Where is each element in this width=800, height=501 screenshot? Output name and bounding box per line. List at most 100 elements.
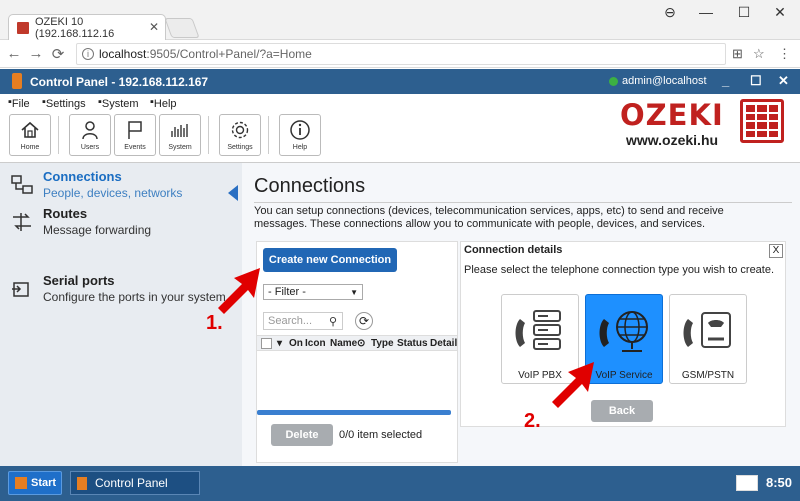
column-detail[interactable]: Detail: [430, 338, 457, 349]
app-maximize-icon[interactable]: ☐: [750, 73, 762, 89]
browser-tab-title: OZEKI 10 (192.168.112.16: [34, 15, 115, 40]
translate-icon[interactable]: ⊞: [732, 46, 743, 62]
system-label: System: [168, 144, 192, 151]
start-button[interactable]: Start: [8, 471, 62, 495]
dropdown-caret-icon: ▼: [350, 288, 358, 297]
app-header: Control Panel - 192.168.112.167 admin@lo…: [0, 69, 800, 94]
settings-button[interactable]: Settings: [219, 114, 261, 156]
sidebar-item-label: Serial ports: [43, 273, 115, 288]
system-bars-icon: [171, 124, 188, 137]
browser-address-bar: ← → ⟳ i localhost:9505/Control+Panel/?a=…: [0, 40, 800, 68]
users-label: Users: [80, 144, 100, 151]
column-on[interactable]: On: [289, 338, 303, 349]
sort-circle-icon[interactable]: ⊙: [357, 338, 365, 349]
create-connection-button[interactable]: Create new Connection: [263, 248, 397, 272]
home-label: Home: [20, 144, 40, 151]
browser-tab[interactable]: OZEKI 10 (192.168.112.16 ✕: [8, 14, 166, 40]
url-path: :9505/Control+Panel/?a=Home: [146, 47, 312, 61]
sort-caret-icon[interactable]: ▾: [277, 338, 282, 349]
menu-help[interactable]: ▪ Help: [150, 96, 177, 110]
details-title: Connection details: [464, 244, 563, 256]
voip-pbx-icon: [515, 310, 561, 350]
active-indicator-icon: [228, 185, 238, 201]
scroll-progress-bar[interactable]: [257, 410, 451, 415]
main-content: Connections You can setup connections (d…: [242, 162, 800, 466]
user-label[interactable]: admin@localhost: [622, 75, 707, 87]
reload-icon[interactable]: ⟳: [48, 45, 68, 63]
gsm-pstn-label: GSM/PSTN: [681, 370, 735, 381]
home-icon: [21, 121, 39, 138]
home-button[interactable]: Home: [9, 114, 51, 156]
filter-select[interactable]: - Filter - ▼: [263, 284, 363, 300]
menu-file[interactable]: ▪ File: [8, 96, 30, 110]
column-status[interactable]: Status: [397, 338, 428, 349]
back-button[interactable]: Back: [591, 400, 653, 422]
sidebar-item-serial-ports[interactable]: Serial ports Configure the ports in your…: [0, 273, 242, 305]
details-hint: Please select the telephone connection t…: [464, 264, 775, 276]
url-field[interactable]: i localhost:9505/Control+Panel/?a=Home: [76, 43, 726, 65]
select-all-checkbox[interactable]: [261, 338, 272, 349]
bookmark-star-icon[interactable]: ☆: [753, 46, 765, 62]
settings-label: Settings: [227, 144, 253, 151]
app-minimize-icon[interactable]: _: [722, 73, 729, 88]
tab-close-icon[interactable]: ✕: [149, 20, 159, 34]
back-arrow-icon[interactable]: ←: [4, 45, 24, 62]
events-label: Events: [124, 144, 146, 151]
toolbar-divider: [58, 116, 59, 154]
users-button[interactable]: Users: [69, 114, 111, 156]
logo-word: OZEKI: [620, 98, 724, 132]
new-tab-button[interactable]: [164, 18, 200, 38]
minimize-window-icon[interactable]: —: [688, 4, 724, 20]
column-type[interactable]: Type: [371, 338, 394, 349]
page-description: You can setup connections (devices, tele…: [254, 205, 724, 230]
sidebar-item-sub: Message forwarding: [43, 223, 152, 237]
system-button[interactable]: System: [159, 114, 201, 156]
routes-icon: [13, 213, 31, 231]
browser-titlebar: OZEKI 10 (192.168.112.16 ✕ ⊖ — ☐ ✕: [0, 0, 800, 40]
sidebar-item-routes[interactable]: Routes Message forwarding: [0, 206, 242, 238]
toolbar-divider: [208, 116, 209, 154]
keypad-logo-icon: [740, 99, 784, 143]
title-divider: [254, 202, 792, 203]
toolbar-divider: [268, 116, 269, 154]
column-name[interactable]: Name: [330, 338, 357, 349]
gsm-pstn-icon: [683, 312, 731, 348]
step-2-label: 2.: [524, 410, 541, 432]
page-title: Connections: [254, 175, 366, 197]
close-window-icon[interactable]: ✕: [762, 4, 798, 21]
events-button[interactable]: Events: [114, 114, 156, 156]
url-host: localhost: [99, 47, 147, 61]
table-header: ▾ On Icon Name ⊙ Type Status Detail: [257, 335, 457, 351]
browser-menu-icon[interactable]: ⋮: [778, 46, 791, 62]
voip-service-option[interactable]: VoIP Service: [585, 294, 663, 384]
app-close-icon[interactable]: ✕: [778, 73, 789, 89]
delete-button[interactable]: Delete: [271, 424, 333, 446]
forward-arrow-icon[interactable]: →: [26, 45, 46, 62]
sidebar-item-connections[interactable]: Connections People, devices, networks: [0, 169, 242, 201]
info-circle-icon: [290, 120, 310, 140]
selection-status: 0/0 item selected: [339, 429, 423, 441]
serial-port-icon: [12, 282, 29, 297]
close-icon[interactable]: X: [769, 244, 783, 258]
column-icon[interactable]: Icon: [305, 338, 326, 349]
help-label: Help: [292, 144, 308, 151]
sidebar-item-label: Connections: [43, 169, 122, 184]
info-icon[interactable]: i: [82, 48, 94, 60]
search-icon[interactable]: ⚲: [329, 315, 337, 328]
menu-system[interactable]: ▪ System: [98, 96, 139, 110]
clock: 8:50: [766, 475, 793, 490]
taskbar: Start Control Panel 8:50: [0, 466, 800, 501]
profile-icon[interactable]: ⊖: [652, 4, 688, 21]
gsm-pstn-option[interactable]: GSM/PSTN: [669, 294, 747, 384]
keyboard-tray-icon[interactable]: [736, 475, 758, 491]
users-icon: [82, 121, 98, 140]
app-title: Control Panel - 192.168.112.167: [30, 75, 209, 89]
refresh-icon[interactable]: ⟳: [355, 312, 373, 330]
taskbar-item-control-panel[interactable]: Control Panel: [70, 471, 200, 495]
menu-settings[interactable]: ▪ Settings: [42, 96, 86, 110]
red-arrow-1-icon: [218, 268, 260, 314]
help-button[interactable]: Help: [279, 114, 321, 156]
filter-value: - Filter -: [268, 286, 306, 298]
maximize-window-icon[interactable]: ☐: [726, 4, 762, 21]
step-1-label: 1.: [206, 312, 223, 334]
